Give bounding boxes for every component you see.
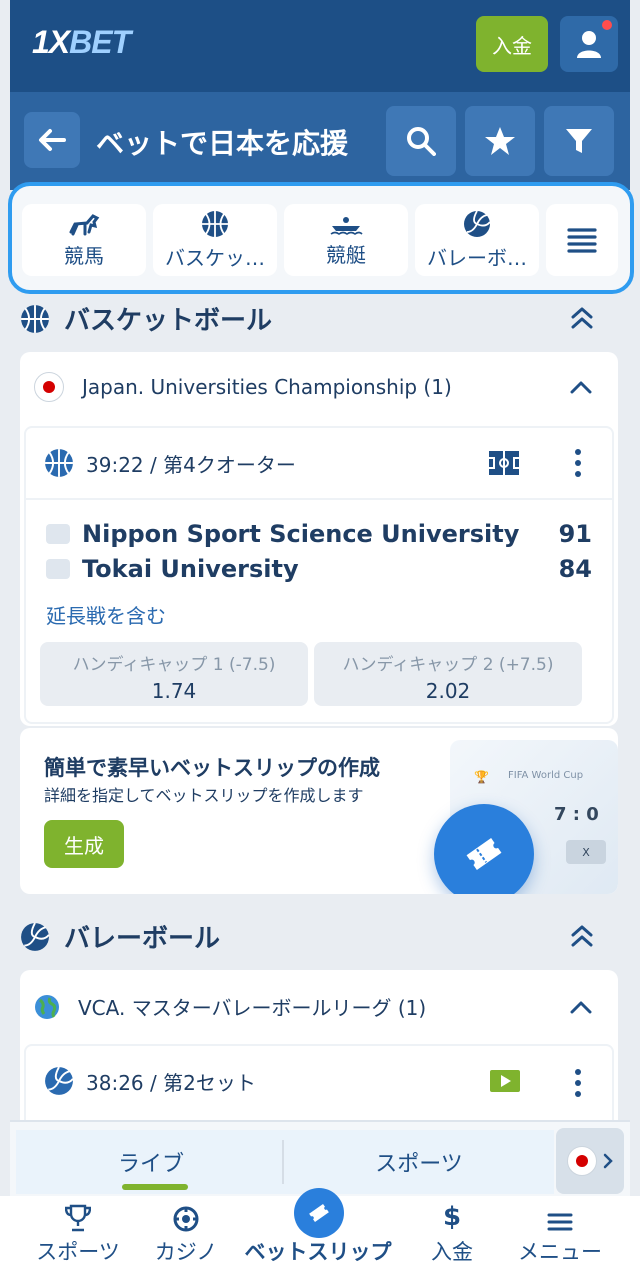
promo-subtitle: 詳細を指定してベットスリップを作成します	[44, 786, 364, 805]
nav-menu[interactable]: メニュー	[510, 1196, 610, 1280]
category-more-button[interactable]	[546, 204, 618, 276]
divider	[26, 498, 612, 500]
league-header[interactable]: Japan. Universities Championship (1)	[34, 372, 452, 402]
language-selector[interactable]	[556, 1128, 624, 1194]
team-2: Tokai University	[46, 555, 299, 583]
horse-icon	[69, 213, 100, 235]
sport-category-strip: 競馬 バスケッ… 競艇 バレーボ…	[8, 182, 634, 294]
more-options-icon[interactable]	[574, 1068, 582, 1098]
team-1-score: 91	[558, 520, 592, 548]
chevron-right-icon	[603, 1153, 613, 1169]
user-account-button[interactable]	[560, 16, 618, 72]
volleyball-icon	[45, 1066, 74, 1095]
match-status: 39:22 / 第4クオーター	[44, 448, 296, 478]
nav-sports[interactable]: スポーツ	[28, 1196, 128, 1280]
star-icon	[485, 127, 515, 155]
casino-chip-icon	[173, 1206, 199, 1232]
court-stats-icon[interactable]	[488, 450, 520, 476]
live-video-icon[interactable]	[490, 1070, 520, 1092]
japan-flag-icon	[34, 372, 64, 402]
generate-button[interactable]: 生成	[44, 820, 124, 868]
odd-handicap-1[interactable]: ハンディキャップ 1 (-7.5) 1.74	[40, 642, 308, 706]
filter-icon	[566, 129, 592, 153]
deposit-button[interactable]: 入金	[476, 16, 548, 72]
volleyball-league-card: VCA. マスターバレーボールリーグ (1) 38:26 / 第2セット	[20, 970, 618, 1130]
category-volleyball[interactable]: バレーボ…	[415, 204, 539, 276]
basketball-league-card: Japan. Universities Championship (1) 39:…	[20, 352, 618, 726]
ticket-icon	[309, 1203, 329, 1223]
hamburger-menu-icon	[547, 1213, 573, 1231]
team-1: Nippon Sport Science University	[46, 520, 519, 548]
double-chevron-up-icon[interactable]	[570, 924, 594, 948]
trophy-icon	[65, 1204, 91, 1232]
match-status: 38:26 / 第2セット	[44, 1066, 256, 1096]
betslip-promo-banner: 簡単で素早いベットスリップの作成 詳細を指定してベットスリップを作成します 生成…	[20, 728, 618, 894]
user-icon	[577, 31, 601, 58]
team-crest-icon	[46, 559, 70, 579]
trophy-icon: 🏆	[474, 770, 489, 784]
category-horse-racing[interactable]: 競馬	[22, 204, 146, 276]
basketball-icon	[45, 449, 73, 477]
active-tab-indicator	[122, 1184, 188, 1190]
search-icon	[407, 127, 436, 156]
tab-live[interactable]: ライブ	[16, 1130, 286, 1194]
nav-betslip[interactable]: ベットスリップ	[238, 1188, 398, 1280]
odd-handicap-2[interactable]: ハンディキャップ 2 (+7.5) 2.02	[314, 642, 582, 706]
search-button[interactable]	[386, 106, 456, 176]
league-header[interactable]: VCA. マスターバレーボールリーグ (1)	[34, 992, 426, 1021]
live-sports-switcher: ライブ スポーツ	[10, 1120, 630, 1196]
notification-dot	[602, 20, 612, 30]
sub-header: ベットで日本を応援	[10, 92, 630, 190]
volleyball-icon	[21, 922, 50, 951]
basketball-icon	[21, 304, 49, 333]
back-button[interactable]	[24, 112, 80, 168]
team-2-score: 84	[558, 555, 592, 583]
category-basketball[interactable]: バスケッ…	[153, 204, 277, 276]
team-crest-icon	[46, 524, 70, 544]
ticket-icon	[466, 838, 502, 870]
favorites-button[interactable]	[465, 106, 535, 176]
nav-deposit[interactable]: $ 入金	[410, 1196, 494, 1280]
betslip-ticket-badge	[434, 804, 534, 894]
volleyball-section-header[interactable]: バレーボール	[20, 918, 220, 955]
dollar-icon: $	[442, 1202, 462, 1232]
nav-casino[interactable]: カジノ	[144, 1196, 228, 1280]
filter-button[interactable]	[544, 106, 614, 176]
promo-title: 簡単で素早いベットスリップの作成	[44, 756, 380, 780]
tab-sports[interactable]: スポーツ	[284, 1130, 554, 1194]
double-chevron-up-icon[interactable]	[570, 306, 594, 330]
basketball-section-header[interactable]: バスケットボール	[20, 300, 272, 337]
match-card[interactable]: 39:22 / 第4クオーター Nippon Sport Science Uni…	[24, 426, 614, 724]
category-boat-racing[interactable]: 競艇	[284, 204, 408, 276]
chevron-up-icon[interactable]	[570, 380, 592, 394]
japan-flag-icon	[567, 1146, 597, 1176]
boat-icon	[330, 216, 363, 235]
basketball-icon	[202, 210, 228, 237]
chevron-up-icon[interactable]	[570, 1000, 592, 1014]
arrow-left-icon	[39, 129, 66, 151]
more-options-icon[interactable]	[574, 448, 582, 478]
brand-logo[interactable]: 1XBET	[32, 26, 131, 58]
match-card[interactable]: 38:26 / 第2セット	[24, 1044, 614, 1130]
list-menu-icon	[567, 228, 597, 253]
top-header: 1XBET 入金	[10, 0, 630, 92]
globe-icon	[35, 994, 59, 1019]
volleyball-icon	[464, 210, 491, 237]
betslip-badge	[294, 1188, 344, 1238]
page-title: ベットで日本を応援	[96, 127, 349, 160]
bottom-navigation: スポーツ カジノ ベットスリップ $ 入金 メニュー	[0, 1188, 640, 1280]
overtime-note: 延長戦を含む	[46, 604, 166, 628]
